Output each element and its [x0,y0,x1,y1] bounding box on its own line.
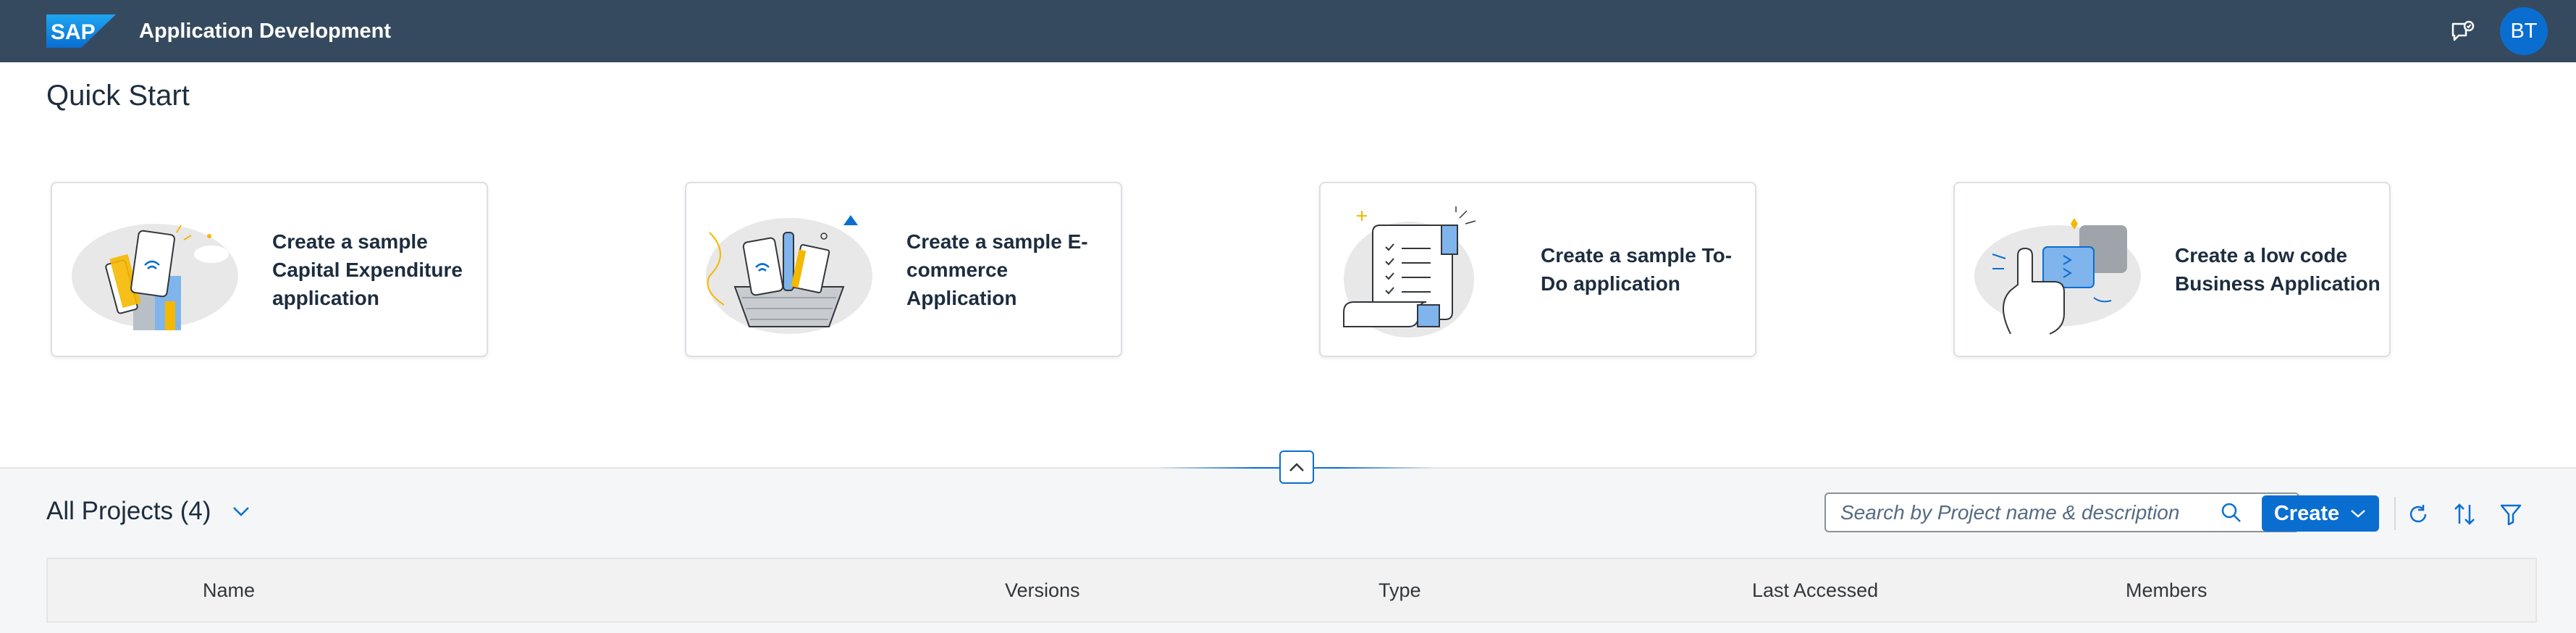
card-label: Create a sample To-Do application [1541,244,1733,295]
column-header-members[interactable]: Members [2126,559,2207,621]
filter-button[interactable] [2495,498,2527,530]
column-header-last-accessed[interactable]: Last Accessed [1752,559,1878,621]
create-button[interactable]: Create [2262,495,2379,532]
column-header-name[interactable]: Name [203,559,255,621]
svg-text:SAP: SAP [51,20,96,44]
card-label: Create a sample Capital Expenditure appl… [272,230,463,309]
projects-title: All Projects (4) [46,497,211,525]
sort-button[interactable] [2449,498,2480,530]
low-code-illustration [1974,218,2141,335]
card-ecommerce[interactable]: Create a sample E-commerce Application [685,182,1122,357]
collapse-button[interactable] [1279,450,1314,484]
app-title: Application Development [139,20,392,43]
card-todo[interactable]: Create a sample To-Do application [1319,182,1756,357]
sap-logo[interactable]: SAP [46,14,116,48]
search-icon [2221,503,2241,522]
create-label: Create [2273,501,2340,525]
column-header-versions[interactable]: Versions [1005,559,1080,621]
projects-title-dropdown[interactable]: All Projects (4) [46,497,251,526]
quick-start-title: Quick Start [46,80,190,112]
toolbar-separator [2394,497,2396,530]
chevron-down-icon [2351,510,2365,518]
capital-expenditure-illustration [72,224,238,330]
chevron-down-icon [232,507,249,516]
chevron-up-icon [1289,463,1304,471]
refresh-button[interactable] [2402,498,2434,530]
search-input[interactable] [1840,500,2246,526]
column-header-type[interactable]: Type [1379,559,1421,621]
card-capital-expenditure[interactable]: Create a sample Capital Expenditure appl… [51,182,488,357]
refresh-icon [2409,505,2427,523]
feedback-button[interactable] [2449,17,2478,46]
filter-icon [2500,504,2522,526]
shell-bar: SAP Application Development BT [0,0,2576,62]
user-avatar[interactable]: BT [2500,7,2548,55]
card-label: Create a low code Business Application [2175,244,2381,295]
feedback-icon [2451,20,2475,41]
todo-illustration [1343,206,1476,338]
projects-table-header: Name Versions Type Last Accessed Members [46,558,2537,623]
search-button[interactable] [2217,500,2246,526]
sort-icon [2454,503,2475,525]
card-low-code[interactable]: Create a low code Business Application [1953,182,2391,357]
ecommerce-illustration [706,215,872,334]
card-label: Create a sample E-commerce Application [906,230,1088,309]
